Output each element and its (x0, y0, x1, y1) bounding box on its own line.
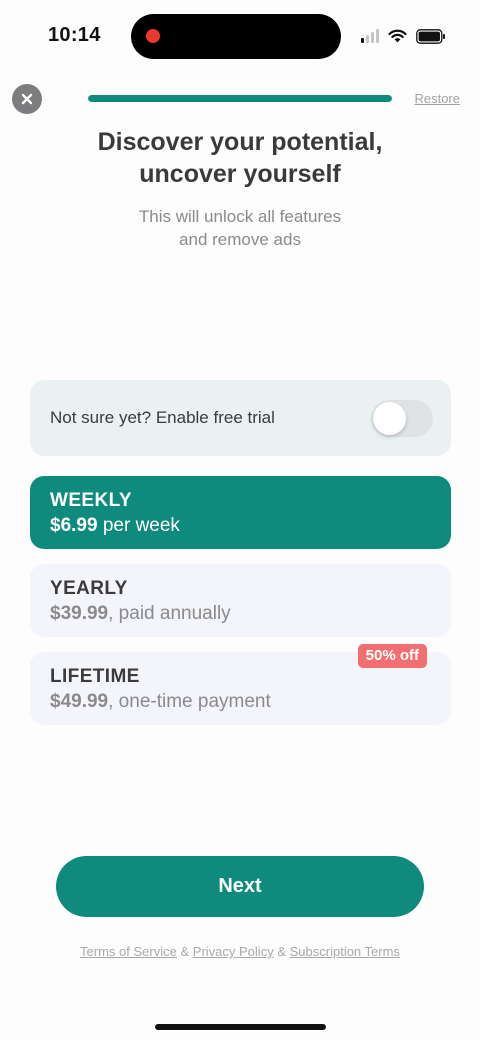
close-icon (21, 93, 33, 105)
next-button[interactable]: Next (56, 856, 424, 917)
signal-icon (361, 29, 379, 43)
toggle-knob (373, 401, 406, 435)
plan-price-line: $49.99, one-time payment (50, 689, 431, 715)
onboarding-progress-bar (88, 95, 392, 102)
home-indicator (155, 1024, 326, 1030)
progress-fill (88, 95, 392, 102)
legal-separator: & (277, 944, 286, 959)
page-title: Discover your potential, uncover yoursel… (97, 128, 383, 188)
plan-lifetime[interactable]: 50% off LIFETIME $49.99, one-time paymen… (30, 644, 451, 725)
recording-indicator-icon (146, 29, 160, 43)
plan-name: YEARLY (50, 578, 128, 599)
plan-yearly[interactable]: YEARLY $39.99, paid annually (30, 564, 451, 637)
status-bar: 10:14 (0, 0, 480, 72)
plan-period: per week (97, 515, 180, 536)
plan-period: , one-time payment (108, 691, 271, 712)
battery-icon (416, 28, 445, 44)
plan-period: , paid annually (108, 603, 231, 624)
plan-price: $6.99 (50, 515, 98, 536)
plan-price: $39.99 (50, 603, 109, 624)
free-trial-label: Not sure yet? Enable free trial (50, 408, 275, 427)
status-time: 10:14 (48, 24, 101, 46)
discount-badge: 50% off (357, 644, 427, 668)
plan-name: LIFETIME (50, 666, 140, 687)
subscription-terms-link[interactable]: Subscription Terms (290, 944, 400, 959)
restore-link[interactable]: Restore (414, 91, 460, 106)
page-subtitle: This will unlock all features and remove… (138, 207, 342, 249)
privacy-policy-link[interactable]: Privacy Policy (193, 944, 274, 959)
terms-of-service-link[interactable]: Terms of Service (80, 944, 177, 959)
plan-price: $49.99 (50, 691, 109, 712)
free-trial-toggle[interactable] (371, 399, 433, 437)
plan-name: WEEKLY (50, 490, 132, 511)
plan-price-line: $39.99, paid annually (50, 601, 431, 627)
free-trial-card: Not sure yet? Enable free trial (30, 380, 451, 456)
plan-price-line: $6.99 per week (50, 513, 431, 539)
legal-separator: & (180, 944, 190, 959)
wifi-icon (388, 29, 407, 43)
status-icons (361, 26, 446, 46)
plan-weekly[interactable]: WEEKLY $6.99 per week (30, 476, 451, 549)
close-button[interactable] (12, 84, 42, 114)
dynamic-island (131, 14, 341, 59)
legal-links: Terms of Service & Privacy Policy & Subs… (0, 944, 480, 959)
